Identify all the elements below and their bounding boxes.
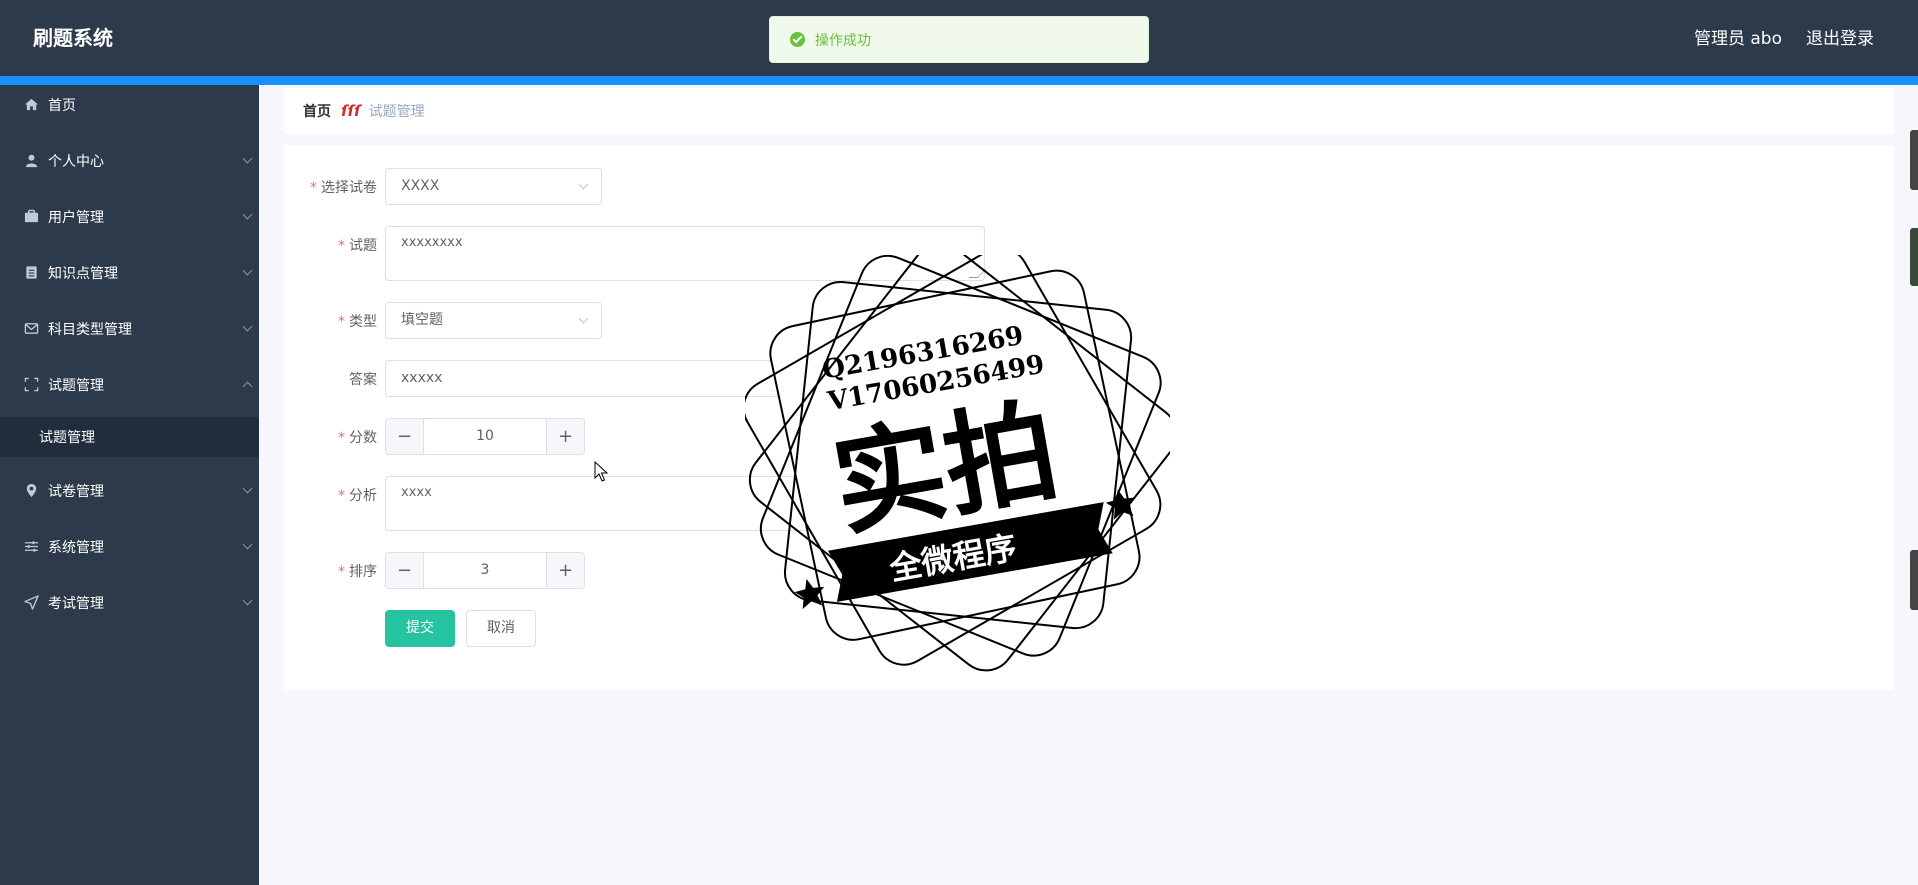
mail-icon: [23, 321, 39, 337]
score-decrease-button[interactable]: −: [386, 419, 424, 454]
sidebar: 首页 个人中心 用户管理 知识点管理 科目类型管理 试题管理 试题管理 试卷管理…: [0, 85, 259, 885]
sidebar-item-label: 试卷管理: [48, 484, 104, 500]
success-toast: 操作成功: [769, 16, 1149, 63]
header-user-area: 管理员 abo 退出登录: [1694, 24, 1874, 49]
toast-message: 操作成功: [815, 32, 871, 49]
score-label-text: 分数: [349, 430, 377, 446]
paper-select[interactable]: XXXX: [385, 168, 602, 205]
breadcrumb: 首页 ſſſ 试题管理: [284, 88, 1894, 134]
analysis-label-text: 分析: [349, 488, 377, 504]
score-increase-button[interactable]: +: [546, 419, 584, 454]
sidebar-item-personal-center[interactable]: 个人中心: [0, 141, 259, 181]
chevron-down-icon: [242, 153, 253, 164]
home-icon: [23, 97, 39, 113]
scroll-handle[interactable]: [1910, 550, 1918, 610]
sidebar-item-label: 首页: [48, 98, 76, 114]
type-select-value: 填空题: [401, 312, 443, 328]
sidebar-item-system-management[interactable]: 系统管理: [0, 527, 259, 567]
sidebar-item-question-management[interactable]: 试题管理: [0, 365, 259, 405]
score-stepper[interactable]: − 10 +: [385, 418, 585, 455]
sliders-icon: [23, 539, 39, 555]
logout-link[interactable]: 退出登录: [1806, 24, 1874, 49]
sidebar-subitem-label: 试题管理: [39, 430, 95, 446]
order-stepper[interactable]: − 3 +: [385, 552, 585, 589]
analysis-textarea-value: xxxx: [401, 485, 432, 500]
briefcase-icon: [23, 209, 39, 225]
sidebar-item-label: 试题管理: [48, 378, 104, 394]
chevron-down-icon: [578, 313, 589, 324]
breadcrumb-home[interactable]: 首页: [303, 101, 331, 121]
send-icon: [23, 595, 39, 611]
sidebar-item-label: 用户管理: [48, 210, 104, 226]
answer-label: 答案: [349, 369, 377, 389]
check-circle-icon: [790, 32, 805, 47]
paper-label-text: 选择试卷: [321, 180, 377, 196]
scroll-handle[interactable]: [1910, 130, 1918, 190]
required-mark: *: [338, 488, 345, 504]
document-icon: [23, 265, 39, 281]
sidebar-item-label: 个人中心: [48, 154, 104, 170]
breadcrumb-current: 试题管理: [368, 104, 425, 120]
fullscreen-icon: [23, 377, 39, 393]
question-label-text: 试题: [349, 238, 377, 254]
chevron-down-icon: [242, 595, 253, 606]
question-label: * 试题: [338, 235, 377, 255]
sidebar-item-subject-type-management[interactable]: 科目类型管理: [0, 309, 259, 349]
sidebar-item-exam-management[interactable]: 考试管理: [0, 583, 259, 623]
scroll-handle[interactable]: [1910, 228, 1918, 286]
location-icon: [23, 483, 39, 499]
score-value[interactable]: 10: [424, 419, 546, 454]
sidebar-item-label: 知识点管理: [48, 266, 118, 282]
paper-label: * 选择试卷: [310, 177, 377, 197]
order-decrease-button[interactable]: −: [386, 553, 424, 588]
question-textarea-value: xxxxxxxx: [401, 235, 463, 250]
score-label: * 分数: [338, 427, 377, 447]
sidebar-item-label: 系统管理: [48, 540, 104, 556]
mouse-cursor-icon: [594, 461, 608, 482]
user-label[interactable]: 管理员 abo: [1694, 24, 1782, 49]
answer-label-text: 答案: [349, 372, 377, 388]
analysis-label: * 分析: [338, 485, 377, 505]
sidebar-item-label: 考试管理: [48, 596, 104, 612]
chevron-down-icon: [242, 539, 253, 550]
order-label: * 排序: [338, 561, 377, 581]
type-label-text: 类型: [349, 314, 377, 330]
app-title: 刷题系统: [33, 26, 113, 50]
paper-select-value: XXXX: [401, 178, 440, 194]
user-icon: [23, 153, 39, 169]
sidebar-item-knowledge-management[interactable]: 知识点管理: [0, 253, 259, 293]
chevron-down-icon: [242, 209, 253, 220]
required-mark: *: [338, 238, 345, 254]
order-value[interactable]: 3: [424, 553, 546, 588]
header-accent-bar: [0, 76, 1918, 85]
watermark-stamp: Q2196316269 V17060256499 实拍 全微程序: [745, 255, 1170, 672]
chevron-down-icon: [242, 483, 253, 494]
chevron-down-icon: [242, 321, 253, 332]
order-increase-button[interactable]: +: [546, 553, 584, 588]
cancel-button[interactable]: 取消: [466, 610, 536, 647]
chevron-down-icon: [242, 265, 253, 276]
submit-button[interactable]: 提交: [385, 610, 455, 647]
required-mark: *: [338, 564, 345, 580]
sidebar-item-home[interactable]: 首页: [0, 85, 259, 125]
answer-input-value: xxxxx: [401, 370, 443, 386]
sidebar-item-user-management[interactable]: 用户管理: [0, 197, 259, 237]
sidebar-subitem-question-management[interactable]: 试题管理: [0, 417, 259, 457]
chevron-up-icon: [242, 381, 253, 392]
chevron-down-icon: [578, 179, 589, 190]
type-label: * 类型: [338, 311, 377, 331]
sidebar-item-paper-management[interactable]: 试卷管理: [0, 471, 259, 511]
order-label-text: 排序: [349, 564, 377, 580]
required-mark: *: [310, 180, 317, 196]
required-mark: *: [338, 314, 345, 330]
required-mark: *: [338, 430, 345, 446]
breadcrumb-separator-icon: ſſſ: [341, 102, 361, 120]
sidebar-item-label: 科目类型管理: [48, 322, 132, 338]
type-select[interactable]: 填空题: [385, 302, 602, 339]
